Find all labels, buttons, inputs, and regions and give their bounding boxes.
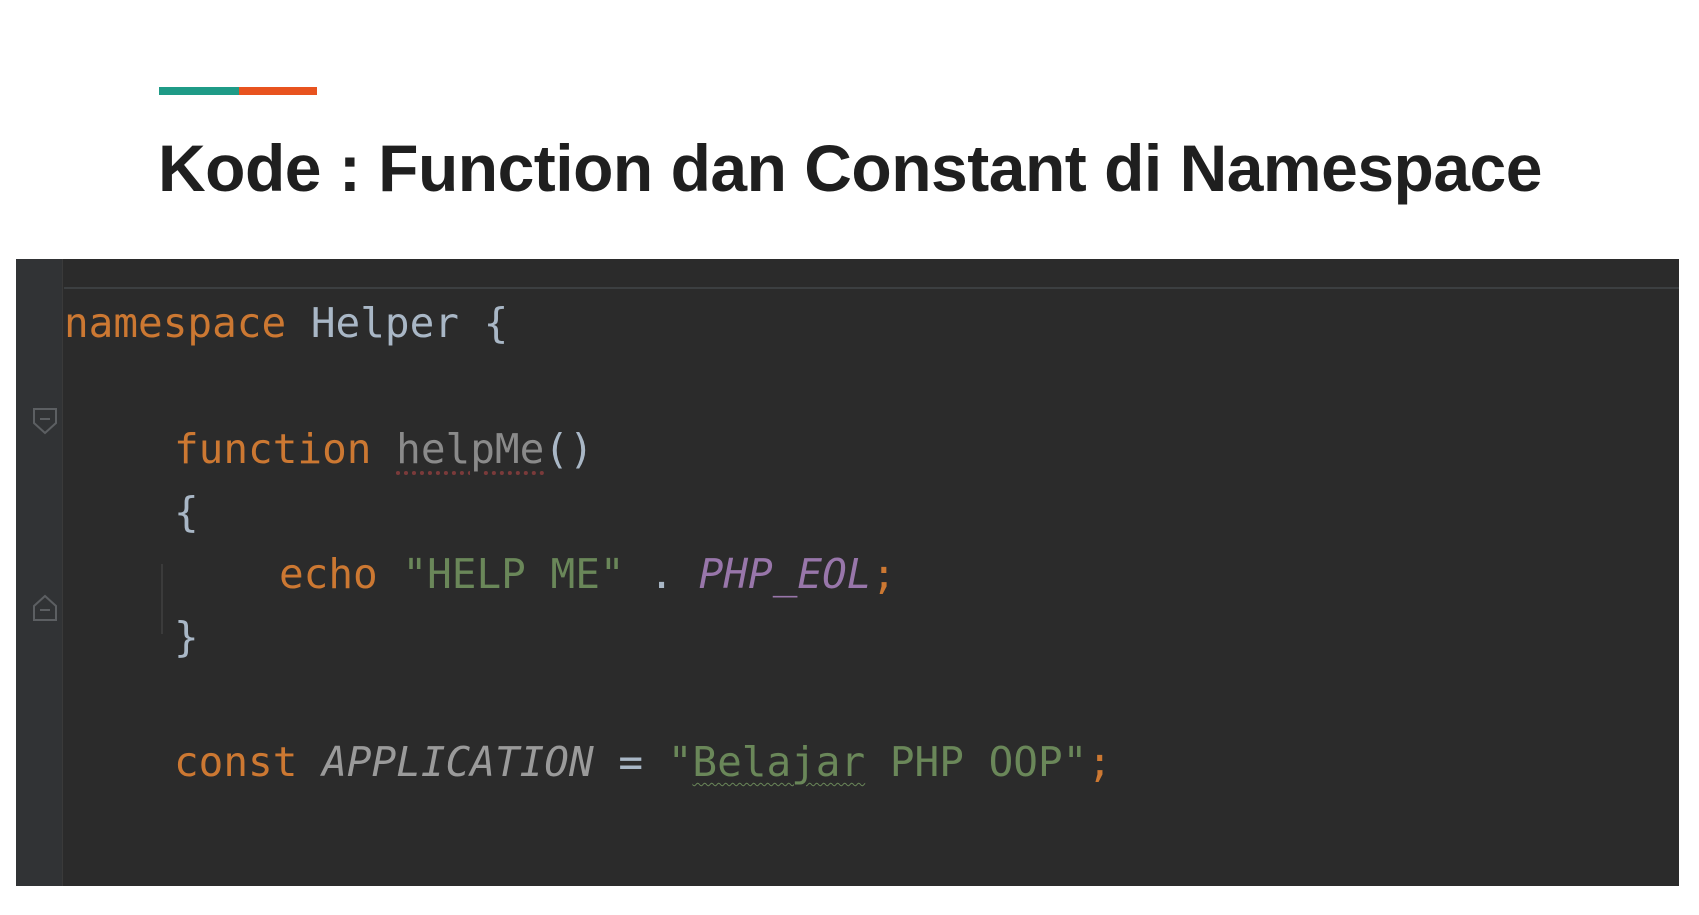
- keyword: namespace: [64, 299, 287, 347]
- semicolon: ;: [871, 550, 897, 598]
- code-line-1: namespace Helper {: [64, 303, 508, 344]
- code-line-5: }: [174, 617, 199, 658]
- identifier: Helper: [310, 299, 459, 347]
- code-line-2: function helpMe(): [174, 429, 594, 470]
- code-line-6: const APPLICATION = "Belajar PHP OOP";: [174, 742, 1112, 783]
- code-line-3: {: [174, 492, 199, 533]
- function-name: helpMe: [396, 425, 545, 473]
- concat-operator: .: [649, 550, 674, 598]
- slide-title: Kode : Function dan Constant di Namespac…: [158, 131, 1542, 205]
- code-editor: namespace Helper { function helpMe() { e…: [16, 259, 1679, 886]
- brace: {: [483, 299, 509, 347]
- keyword: echo: [279, 550, 378, 598]
- code-area[interactable]: namespace Helper { function helpMe() { e…: [64, 259, 1679, 886]
- accent-teal-segment: [159, 87, 239, 95]
- code-line-4: echo "HELP ME" . PHP_EOL;: [279, 554, 896, 595]
- string-literal: PHP OOP": [865, 738, 1088, 786]
- fold-collapse-icon[interactable]: [32, 407, 58, 435]
- fold-end-icon[interactable]: [32, 594, 58, 622]
- keyword: const: [174, 738, 298, 786]
- assign-operator: =: [618, 738, 644, 786]
- accent-orange-segment: [239, 87, 317, 95]
- constant-name: APPLICATION: [322, 738, 594, 786]
- string-literal: "HELP ME": [402, 550, 625, 598]
- brace: }: [174, 613, 199, 661]
- semicolon: ;: [1087, 738, 1113, 786]
- title-accent-bar: [159, 87, 317, 95]
- brace: {: [174, 488, 199, 536]
- parens: (): [544, 425, 594, 473]
- editor-gutter: [16, 259, 63, 886]
- spellcheck-word: Belajar: [692, 738, 866, 786]
- string-quote: ": [667, 738, 693, 786]
- php-constant: PHP_EOL: [698, 550, 872, 598]
- presentation-slide: Kode : Function dan Constant di Namespac…: [0, 0, 1699, 915]
- keyword: function: [174, 425, 372, 473]
